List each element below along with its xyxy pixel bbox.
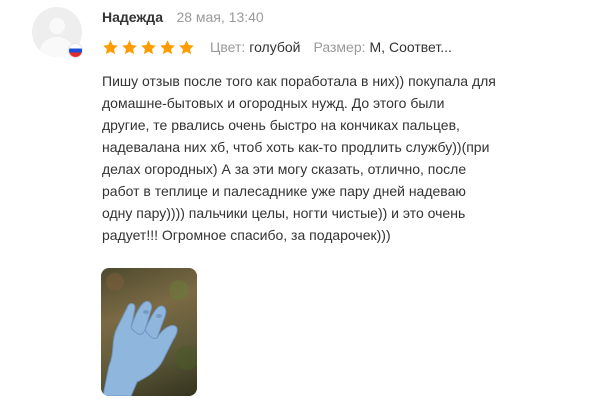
review-text-line: работ в теплице и палесаднике уже пару д…	[102, 183, 466, 199]
author-name[interactable]: Надежда	[102, 9, 163, 25]
star-icon	[141, 39, 156, 54]
russia-flag-icon	[68, 43, 83, 58]
review-text-line: одну пару)))) пальчики целы, ногти чисты…	[102, 205, 466, 221]
review-text-line: делах огородных) А за эти могу сказать, …	[102, 161, 467, 177]
review-text-line: Пишу отзыв после того как поработала в н…	[102, 73, 496, 89]
star-icon	[160, 39, 175, 54]
size-attr-value: M, Соответ...	[369, 39, 452, 55]
review-text-line: домашне-бытовых и огородных нужд. До это…	[102, 95, 445, 111]
review-photo[interactable]	[101, 268, 197, 396]
review-text-line: другие, те рвались очень быстро на кончи…	[102, 117, 460, 133]
color-attr-value: голубой	[249, 39, 301, 55]
review-text-line: радует!!! Огромное спасибо, за подарочек…	[102, 227, 391, 243]
review-text: Пишу отзыв после того как поработала в н…	[102, 70, 562, 246]
review-card: Надежда 28 мая, 13:40 Цвет: голубой Разм…	[0, 0, 600, 400]
avatar-head-icon	[49, 18, 65, 34]
rating-stars	[102, 39, 195, 56]
blue-glove-photo-icon	[102, 273, 197, 396]
star-icon	[103, 39, 118, 54]
size-attr-label: Размер:	[313, 39, 366, 55]
star-icon	[122, 39, 137, 54]
star-icon	[179, 39, 194, 54]
review-header: Надежда 28 мая, 13:40	[102, 9, 264, 27]
color-attr-label: Цвет:	[210, 39, 246, 55]
review-text-line: надевалана них хб, чтоб хоть как-то прод…	[102, 139, 490, 155]
review-meta: Цвет: голубой Размер: M, Соответ...	[102, 37, 452, 57]
review-date: 28 мая, 13:40	[176, 9, 264, 25]
